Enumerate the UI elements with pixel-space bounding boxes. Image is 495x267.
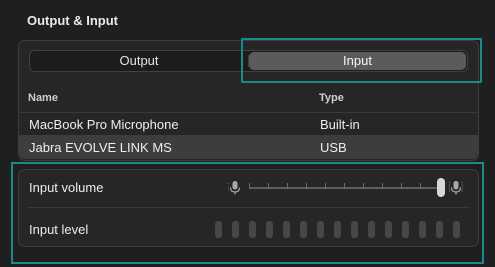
device-type: USB [320,140,347,155]
device-name: MacBook Pro Microphone [29,117,179,132]
device-type: Built-in [320,117,360,132]
column-header-name[interactable]: Name [28,92,58,104]
volume-section-highlight-box [11,162,484,264]
device-name: Jabra EVOLVE LINK MS [29,140,172,155]
tab-output[interactable]: Output [30,51,248,71]
device-table-header: Name Type [19,88,478,108]
device-row-selected[interactable]: Jabra EVOLVE LINK MS USB [19,135,478,159]
input-tab-highlight-box [241,38,482,83]
device-row[interactable]: MacBook Pro Microphone Built-in [19,112,478,135]
column-header-type[interactable]: Type [319,92,344,104]
section-title: Output & Input [27,13,118,28]
